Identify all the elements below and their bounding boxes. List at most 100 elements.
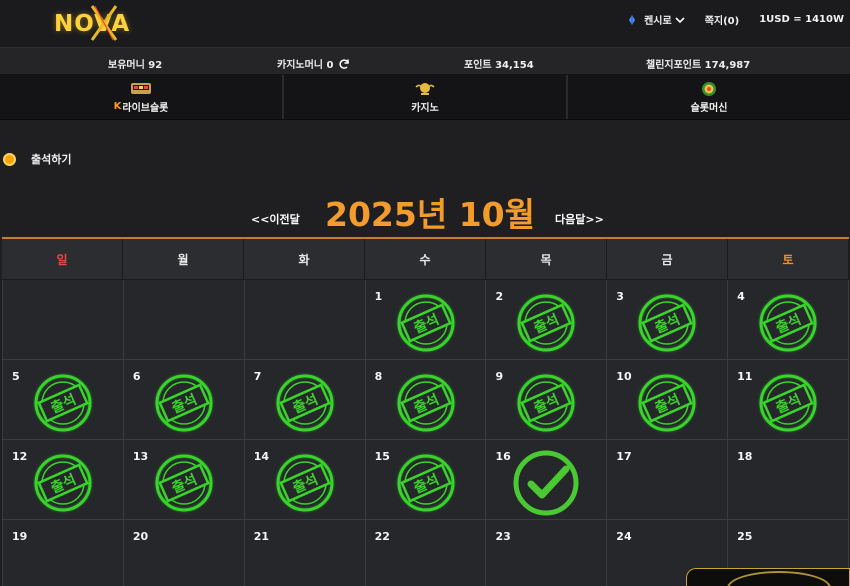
day-number: 24 [616,530,632,543]
calendar-day-cell[interactable]: 1 출석 [365,280,487,360]
attendance-stamp-icon: 출석 [29,369,97,437]
attendance-section-title: 출석하기 [3,151,71,167]
weekday-header: 수 [365,239,486,280]
weekday-header: 토 [728,239,849,280]
floating-promo-badge[interactable] [686,568,850,586]
weekday-header: 목 [486,239,607,280]
weekday-header: 화 [244,239,365,280]
calendar-week-row: 12 출석 13 출석 14 출석 15 출석 16 17 18 [2,440,850,520]
attendance-stamp-icon: 출석 [271,449,339,517]
today-check-icon [511,448,581,518]
game-nav-live-slot[interactable]: K 라이브슬롯 [0,75,284,119]
weekday-header: 일 [2,239,123,280]
calendar-day-cell[interactable]: 10 출석 [607,360,729,440]
calendar-empty-cell [244,280,366,360]
next-month-link[interactable]: 다음달>> [555,211,604,227]
calendar-day-cell[interactable]: 3 출석 [607,280,729,360]
calendar-week-row: 1 출석 2 출석 3 출석 4 출석 [2,280,850,360]
calendar-day-cell[interactable]: 19 [2,520,124,586]
calendar-day-cell[interactable]: 7 출석 [244,360,366,440]
calendar-day-cell[interactable]: 13 출석 [123,440,245,520]
messages-link[interactable]: 쪽지(0) [705,12,740,27]
calendar-day-cell[interactable]: 2 출석 [486,280,608,360]
live-slot-prefix: K [113,100,122,112]
day-number: 16 [495,450,511,463]
day-number: 3 [616,290,624,303]
casino-money: 카지노머니 0 [277,56,350,71]
casino-selector[interactable]: 켄시로 [626,12,685,27]
section-title-label: 출석하기 [31,153,72,166]
calendar-day-cell[interactable]: 23 [486,520,608,586]
calendar-day-cell[interactable]: 17 [607,440,729,520]
day-number: 4 [737,290,745,303]
day-number: 1 [374,290,383,303]
day-number: 18 [737,450,753,463]
day-number: 25 [737,530,753,543]
prev-month-link[interactable]: <<이전달 [251,211,300,227]
points-label: 포인트 34,154 [464,60,534,71]
day-number: 23 [495,530,511,543]
day-number: 5 [12,370,20,383]
challenge-points: 챌린지포인트 174,987 [646,56,750,71]
day-number: 11 [737,370,753,383]
casino-money-label: 카지노머니 0 [277,60,334,71]
calendar-empty-cell [123,280,245,360]
attendance-stamp-icon: 출석 [512,289,580,357]
calendar-day-cell[interactable]: 9 출석 [486,360,608,440]
day-number: 8 [374,370,383,383]
day-number: 2 [495,290,504,303]
holding-money-label: 보유머니 92 [108,60,163,71]
live-slot-label: 라이브슬롯 [122,102,169,114]
calendar-day-cell[interactable]: 11 출석 [728,360,850,440]
bullet-dot-icon [3,152,16,166]
attendance-stamp-icon: 출석 [150,369,218,437]
attendance-stamp-icon: 출석 [754,369,822,437]
casino-selector-label: 켄시로 [644,16,672,27]
calendar-day-cell[interactable]: 6 출석 [123,360,245,440]
day-number: 17 [616,450,632,463]
calendar-weekday-header: 일월화수목금토 [2,239,849,280]
day-number: 9 [495,370,504,383]
calendar-day-cell[interactable]: 12 출석 [2,440,124,520]
live-slot-icon [131,82,151,94]
day-number: 22 [374,530,390,543]
day-number: 12 [12,450,28,463]
chevron-down-icon [675,16,685,23]
calendar-day-cell[interactable]: 21 [244,520,366,586]
day-number: 10 [616,370,632,383]
balance-bar: 보유머니 92 카지노머니 0 포인트 34,154 챌린지포인트 174,98… [0,47,850,75]
game-nav: K 라이브슬롯 카지노 슬롯머신 [0,75,850,120]
game-nav-casino[interactable]: 카지노 [284,75,568,119]
calendar-day-cell[interactable]: 18 [728,440,850,520]
slot-machine-icon [702,81,716,96]
points: 포인트 34,154 [464,56,534,71]
calendar-day-cell[interactable]: 14 출석 [244,440,366,520]
calendar-day-cell[interactable]: 15 출석 [365,440,487,520]
calendar-day-cell[interactable]: 5 출석 [2,360,124,440]
casino-label: 카지노 [411,102,439,114]
day-number: 6 [132,370,141,383]
day-number: 13 [132,450,149,463]
calendar-day-cell[interactable]: 4 출석 [728,280,850,360]
site-logo[interactable]: NOVA [52,4,136,42]
calendar-day-cell[interactable]: 8 출석 [365,360,487,440]
refresh-icon[interactable] [338,58,350,70]
calendar-day-cell[interactable]: 20 [123,520,245,586]
casino-icon [415,82,435,95]
attendance-stamp-icon: 출석 [392,449,460,517]
calendar-day-cell[interactable]: 16 [486,440,608,520]
calendar-day-cell[interactable]: 22 [365,520,487,586]
weekday-header: 금 [607,239,728,280]
calendar-empty-cell [2,280,124,360]
weekday-header: 월 [123,239,244,280]
logo-x-icon [90,5,118,41]
attendance-stamp-icon: 출석 [754,289,822,357]
attendance-stamp-icon: 출석 [271,369,339,437]
exchange-rate-label: 1USD = 1410W [759,14,844,25]
attendance-calendar: 일월화수목금토 1 출석 2 출석 3 출석 4 출석 5 출석 6 출석 7 출석 8 출석 9 출석 10 출석 1… [2,237,850,586]
day-number: 15 [374,450,390,463]
day-number: 21 [253,530,270,543]
game-nav-slot-machine[interactable]: 슬롯머신 [568,75,850,119]
month-navigation: <<이전달 2025년 10월 다음달>> [0,188,850,234]
challenge-points-label: 챌린지포인트 174,987 [646,60,751,71]
